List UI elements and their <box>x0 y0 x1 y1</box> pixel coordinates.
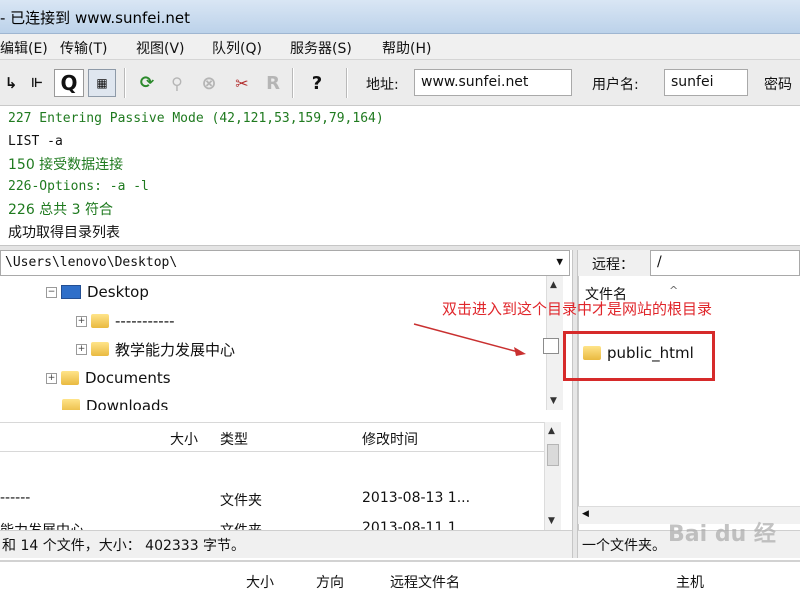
username-label: 用户名: <box>592 77 639 93</box>
folder-icon <box>62 399 80 410</box>
local-status-bar: 和 14 个文件，大小： 402333 字节。 <box>0 530 572 558</box>
toggle-tree-icon[interactable]: ⊩ <box>24 69 50 97</box>
refresh-icon[interactable]: ⟳ <box>136 69 158 97</box>
menu-bar: 编辑(E) 传输(T) 视图(V) 队列(Q) 服务器(S) 帮助(H) <box>0 34 800 60</box>
table-row[interactable]: 能力发展中心 文件夹 2013-08-11 1... <box>0 518 544 530</box>
cell-type: 文件夹 <box>220 520 262 530</box>
tree-item-documents[interactable]: + Documents <box>46 365 171 391</box>
local-path-input[interactable]: \Users\lenovo\Desktop\ ▼ <box>0 250 570 276</box>
process-queue-icon[interactable]: ⚲ <box>166 69 188 97</box>
menu-transfer[interactable]: 传输(T) <box>60 38 107 58</box>
search-icon[interactable]: ? <box>304 69 330 97</box>
folder-icon <box>61 371 79 385</box>
menu-view[interactable]: 视图(V) <box>136 38 185 58</box>
toolbar-separator <box>346 68 348 98</box>
tree-item-label: 教学能力发展中心 <box>115 340 236 359</box>
list-scrollbar[interactable]: ▲ ▼ <box>544 422 561 530</box>
remote-path-input[interactable]: / <box>650 250 800 276</box>
scroll-down-icon[interactable]: ▼ <box>548 516 555 526</box>
column-modified[interactable]: 修改时间 <box>362 429 418 449</box>
local-file-list: ------ 文件夹 2013-08-13 1... 能力发展中心 文件夹 20… <box>0 452 544 530</box>
expand-icon[interactable]: + <box>46 372 57 384</box>
menu-edit[interactable]: 编辑(E) <box>0 38 48 58</box>
menu-queue[interactable]: 队列(Q) <box>212 38 262 58</box>
log-line: LIST -a <box>8 133 63 149</box>
remote-path-label: 远程： <box>592 257 634 273</box>
tree-item-label: Downloads <box>86 397 169 410</box>
window-title: - 已连接到 www.sunfei.net <box>0 9 191 27</box>
baidu-watermark: Bai du 经 <box>668 522 776 547</box>
cell-name: ------ <box>0 490 31 506</box>
log-line: 226 总共 3 符合 <box>8 202 113 219</box>
local-list-header: 大小 类型 修改时间 <box>0 422 544 452</box>
menu-server[interactable]: 服务器(S) <box>290 38 352 58</box>
expand-icon[interactable]: + <box>76 343 87 355</box>
tree-item-label: Desktop <box>87 283 149 301</box>
tree-item-desktop[interactable]: − Desktop <box>46 279 149 305</box>
toolbar: ↳ ⊩ Q ▦ ⟳ ⚲ ⊗ ✂ R ? 地址: www.sunfei.net 用… <box>0 60 800 106</box>
tree-item-downloads[interactable]: Downloads <box>62 393 168 410</box>
folder-icon <box>91 342 109 356</box>
address-input[interactable]: www.sunfei.net <box>414 69 572 96</box>
remote-path-bar: 远程： / <box>578 250 800 276</box>
log-line: 成功取得目录列表 <box>8 224 120 241</box>
cell-modified: 2013-08-13 1... <box>362 490 471 506</box>
toggle-log-icon[interactable]: ↳ <box>0 69 22 97</box>
reconnect-icon[interactable]: R <box>262 69 284 97</box>
cell-modified: 2013-08-11 1... <box>362 520 471 530</box>
cell-type: 文件夹 <box>220 493 262 509</box>
log-line: 227 Entering Passive Mode (42,121,53,159… <box>8 111 384 126</box>
log-line: 150 接受数据连接 <box>8 156 124 173</box>
queue-column-host[interactable]: 主机 <box>676 572 704 592</box>
queue-column-remote-file[interactable]: 远程文件名 <box>390 572 460 592</box>
password-label: 密码 <box>764 77 792 93</box>
transfer-queue-header: 大小 方向 远程文件名 主机 <box>0 560 800 600</box>
collapse-icon[interactable]: − <box>46 286 57 298</box>
queue-column-direction[interactable]: 方向 <box>316 572 344 592</box>
scroll-up-icon[interactable]: ▲ <box>548 426 555 436</box>
local-path-text: \Users\lenovo\Desktop\ <box>5 255 178 270</box>
address-label: 地址: <box>366 77 399 93</box>
chevron-down-icon[interactable]: ▼ <box>556 255 563 268</box>
scroll-left-icon[interactable]: ◀ <box>582 509 589 519</box>
column-size[interactable]: 大小 <box>170 429 198 449</box>
toolbar-separator <box>124 68 126 98</box>
menu-help[interactable]: 帮助(H) <box>382 38 431 58</box>
cancel-icon[interactable]: ⊗ <box>198 69 220 97</box>
cell-name: 能力发展中心 <box>0 520 84 530</box>
message-log: 227 Entering Passive Mode (42,121,53,159… <box>0 106 800 246</box>
tree-item-label: Documents <box>85 369 171 387</box>
tree-item-folder[interactable]: + 教学能力发展中心 <box>76 336 235 362</box>
table-row[interactable]: ------ 文件夹 2013-08-13 1... <box>0 488 544 512</box>
tree-item-label: ----------- <box>115 312 175 330</box>
log-line: 226-Options: -a -l <box>8 179 149 195</box>
username-input[interactable]: sunfei <box>664 69 748 96</box>
scroll-up-icon[interactable]: ▲ <box>550 280 557 290</box>
disconnect-icon[interactable]: ✂ <box>230 69 254 97</box>
title-bar: - 已连接到 www.sunfei.net <box>0 0 800 34</box>
scroll-thumb[interactable] <box>547 444 559 466</box>
highlight-box <box>563 331 715 381</box>
checkbox[interactable] <box>543 338 559 354</box>
monitor-icon <box>61 285 81 299</box>
scroll-down-icon[interactable]: ▼ <box>550 396 557 406</box>
queue-column-size[interactable]: 大小 <box>246 572 274 592</box>
tree-item-folder[interactable]: + ----------- <box>76 308 175 334</box>
expand-icon[interactable]: + <box>76 315 87 327</box>
toolbar-separator <box>292 68 294 98</box>
folder-icon <box>91 314 109 328</box>
queue-icon[interactable]: Q <box>54 69 84 97</box>
sort-up-icon: ^ <box>669 284 679 297</box>
column-type[interactable]: 类型 <box>220 429 248 449</box>
annotation-text: 双击进入到这个目录中才是网站的根目录 <box>442 300 713 318</box>
annotation-arrow <box>413 323 526 356</box>
list-view-icon[interactable]: ▦ <box>88 69 116 97</box>
